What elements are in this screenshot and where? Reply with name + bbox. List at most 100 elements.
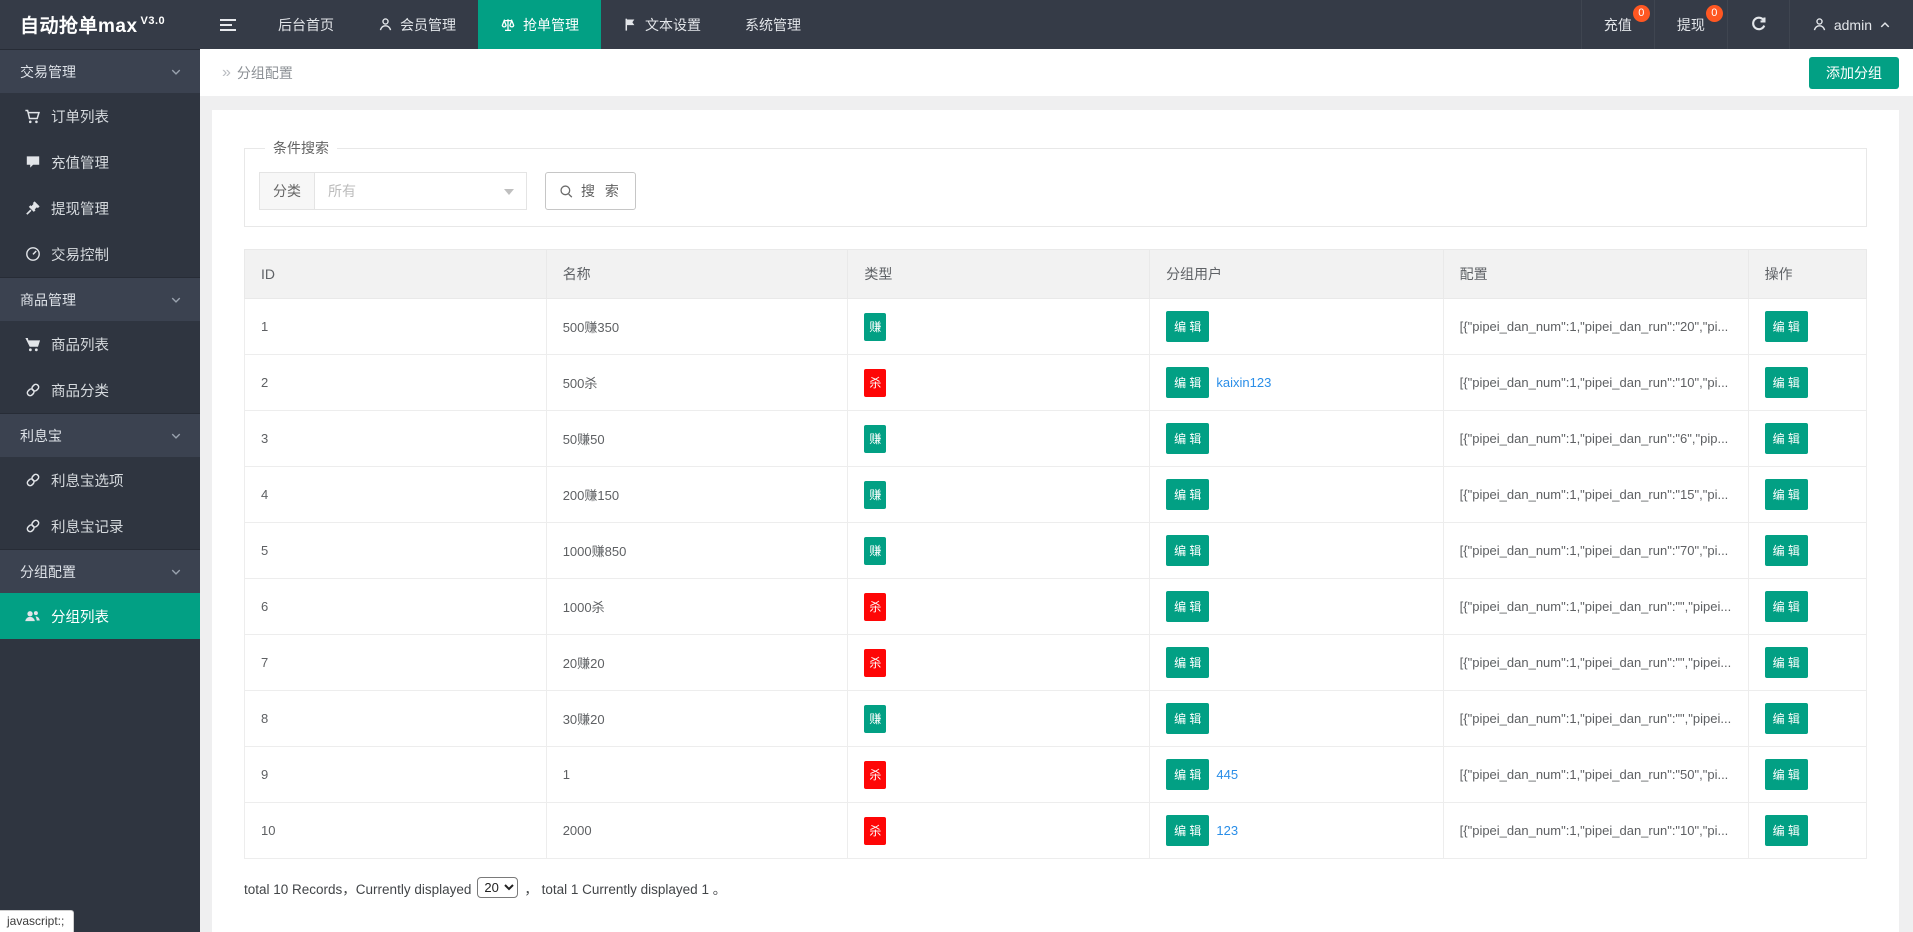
edit-row-button[interactable]: 编 辑 xyxy=(1765,367,1808,398)
edit-users-button[interactable]: 编 辑 xyxy=(1166,815,1209,846)
edit-row-button[interactable]: 编 辑 xyxy=(1765,703,1808,734)
chevron-up-icon xyxy=(1879,19,1891,31)
column-header: 操作 xyxy=(1748,250,1866,299)
edit-row-button[interactable]: 编 辑 xyxy=(1765,647,1808,678)
sidebar-item-label: 利息宝记录 xyxy=(51,516,124,537)
cell-name: 500杀 xyxy=(546,355,848,411)
cart-filled-icon xyxy=(24,336,41,353)
cell-name: 2000 xyxy=(546,803,848,859)
group-user-link[interactable]: kaixin123 xyxy=(1216,375,1271,390)
browser-status-tooltip: javascript:; xyxy=(0,910,74,932)
category-selected-value: 所有 xyxy=(328,181,356,201)
edit-row-button[interactable]: 编 辑 xyxy=(1765,423,1808,454)
edit-row-button[interactable]: 编 辑 xyxy=(1765,535,1808,566)
sidebar-item-order-list[interactable]: 订单列表 xyxy=(0,93,200,139)
edit-users-button[interactable]: 编 辑 xyxy=(1166,759,1209,790)
edit-users-button[interactable]: 编 辑 xyxy=(1166,703,1209,734)
app-logo: 自动抢单maxV3.0 xyxy=(0,0,200,49)
nav-item-text[interactable]: 文本设置 xyxy=(601,0,723,49)
edit-users-button[interactable]: 编 辑 xyxy=(1166,647,1209,678)
cell-type: 赚 xyxy=(848,411,1150,467)
table-row: 51000赚850赚编 辑[{"pipei_dan_num":1,"pipei_… xyxy=(245,523,1867,579)
refresh-button[interactable] xyxy=(1727,0,1789,49)
content: 条件搜索 分类 所有 搜 xyxy=(200,96,1913,932)
sidebar-item-label: 利息宝选项 xyxy=(51,470,124,491)
nav-item-members[interactable]: 会员管理 xyxy=(356,0,478,49)
top-nav-menu: 后台首页会员管理抢单管理文本设置系统管理 xyxy=(256,0,823,49)
edit-users-button[interactable]: 编 辑 xyxy=(1166,367,1209,398)
cell-name: 30赚20 xyxy=(546,691,848,747)
edit-row-button[interactable]: 编 辑 xyxy=(1765,311,1808,342)
cell-id: 10 xyxy=(245,803,547,859)
user-menu[interactable]: admin xyxy=(1789,0,1913,49)
type-badge: 杀 xyxy=(864,593,886,621)
edit-row-button[interactable]: 编 辑 xyxy=(1765,759,1808,790)
group-user-link[interactable]: 123 xyxy=(1216,823,1238,838)
column-header: 名称 xyxy=(546,250,848,299)
cell-id: 5 xyxy=(245,523,547,579)
page-size-select[interactable]: 20 xyxy=(477,877,518,898)
cell-type: 赚 xyxy=(848,523,1150,579)
edit-row-button[interactable]: 编 辑 xyxy=(1765,479,1808,510)
breadcrumb-caret-icon: » xyxy=(222,64,231,82)
add-group-button[interactable]: 添加分组 xyxy=(1809,57,1899,89)
table-row: 350赚50赚编 辑[{"pipei_dan_num":1,"pipei_dan… xyxy=(245,411,1867,467)
cell-id: 2 xyxy=(245,355,547,411)
sidebar-item-trade-control[interactable]: 交易控制 xyxy=(0,231,200,277)
withdraw-notice-button[interactable]: 提现 0 xyxy=(1654,0,1727,49)
sidebar-group-group-config[interactable]: 分组配置 xyxy=(0,549,200,593)
sidebar-item-label: 分组列表 xyxy=(51,606,109,627)
edit-users-button[interactable]: 编 辑 xyxy=(1166,479,1209,510)
cell-group-user: 编 辑 xyxy=(1150,523,1444,579)
recharge-notice-button[interactable]: 充值 0 xyxy=(1581,0,1654,49)
link-icon xyxy=(24,382,41,398)
type-badge: 赚 xyxy=(864,705,886,733)
chevron-down-icon xyxy=(170,430,182,442)
main-area: » 分组配置 添加分组 条件搜索 分类 所有 xyxy=(200,49,1913,932)
table-row: 61000杀杀编 辑[{"pipei_dan_num":1,"pipei_dan… xyxy=(245,579,1867,635)
search-button[interactable]: 搜 索 xyxy=(545,172,636,210)
sidebar-group-trade[interactable]: 交易管理 xyxy=(0,49,200,93)
category-select[interactable]: 所有 xyxy=(315,172,527,210)
cell-actions: 编 辑 xyxy=(1748,579,1866,635)
pagination-suffix: ， total 1 Currently displayed 1 。 xyxy=(524,878,726,898)
edit-users-button[interactable]: 编 辑 xyxy=(1166,311,1209,342)
cell-actions: 编 辑 xyxy=(1748,747,1866,803)
cell-group-user: 编 辑 xyxy=(1150,691,1444,747)
sidebar-item-goods-list[interactable]: 商品列表 xyxy=(0,321,200,367)
sidebar-item-recharge-mgmt[interactable]: 充值管理 xyxy=(0,139,200,185)
sidebar-item-lixibao-records[interactable]: 利息宝记录 xyxy=(0,503,200,549)
sidebar-group-goods[interactable]: 商品管理 xyxy=(0,277,200,321)
edit-users-button[interactable]: 编 辑 xyxy=(1166,535,1209,566)
cell-id: 7 xyxy=(245,635,547,691)
cell-id: 6 xyxy=(245,579,547,635)
type-badge: 赚 xyxy=(864,425,886,453)
table-row: 102000杀编 辑123[{"pipei_dan_num":1,"pipei_… xyxy=(245,803,1867,859)
top-navbar: 自动抢单maxV3.0 后台首页会员管理抢单管理文本设置系统管理 充值 0 提现… xyxy=(0,0,1913,49)
sidebar-item-withdraw-mgmt[interactable]: 提现管理 xyxy=(0,185,200,231)
scales-icon xyxy=(500,17,516,33)
nav-item-orders[interactable]: 抢单管理 xyxy=(478,0,601,49)
sidebar-group-lixibao[interactable]: 利息宝 xyxy=(0,413,200,457)
nav-item-system[interactable]: 系统管理 xyxy=(723,0,823,49)
nav-item-home[interactable]: 后台首页 xyxy=(256,0,356,49)
sidebar-item-lixibao-options[interactable]: 利息宝选项 xyxy=(0,457,200,503)
edit-row-button[interactable]: 编 辑 xyxy=(1765,815,1808,846)
cell-type: 杀 xyxy=(848,355,1150,411)
edit-users-button[interactable]: 编 辑 xyxy=(1166,423,1209,454)
group-user-link[interactable]: 445 xyxy=(1216,767,1238,782)
sidebar-item-goods-category[interactable]: 商品分类 xyxy=(0,367,200,413)
cart-icon xyxy=(24,108,41,125)
comment-icon xyxy=(24,154,41,170)
edit-row-button[interactable]: 编 辑 xyxy=(1765,591,1808,622)
chevron-down-icon xyxy=(170,66,182,78)
sidebar-item-group-list[interactable]: 分组列表 xyxy=(0,593,200,639)
table-row: 2500杀杀编 辑kaixin123[{"pipei_dan_num":1,"p… xyxy=(245,355,1867,411)
sidebar-toggle-button[interactable] xyxy=(200,0,256,49)
withdraw-badge: 0 xyxy=(1706,5,1723,22)
table-row: 1500赚350赚编 辑[{"pipei_dan_num":1,"pipei_d… xyxy=(245,299,1867,355)
cell-name: 50赚50 xyxy=(546,411,848,467)
gauge-icon xyxy=(24,246,41,262)
edit-users-button[interactable]: 编 辑 xyxy=(1166,591,1209,622)
category-combo: 分类 所有 xyxy=(259,172,527,210)
